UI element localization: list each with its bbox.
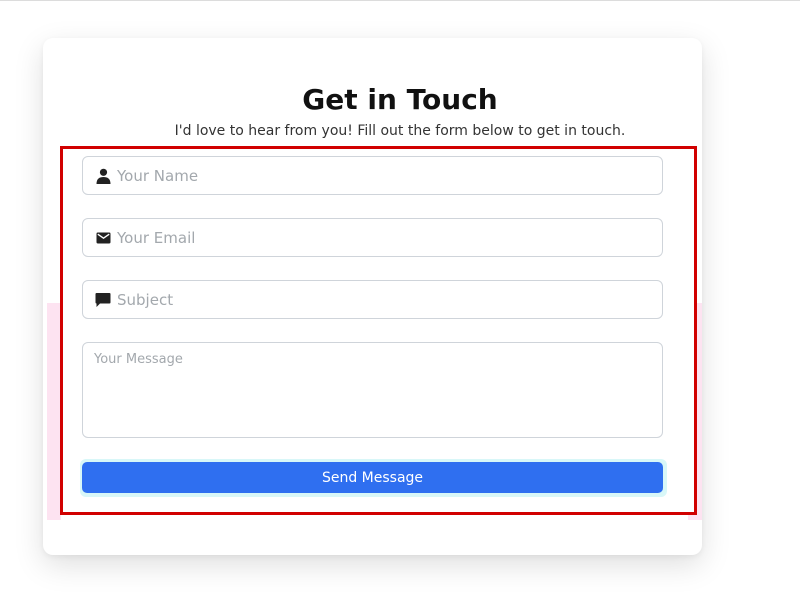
speech-bubble-icon [95,292,111,308]
user-icon [95,168,111,184]
name-field-wrapper [82,156,663,195]
message-textarea[interactable] [82,342,663,438]
envelope-icon [95,230,111,246]
subject-input[interactable] [117,290,637,309]
name-input[interactable] [117,166,637,185]
top-divider [0,0,800,1]
decorative-strip-left [47,303,61,520]
page-title: Get in Touch [302,83,498,116]
subject-field-wrapper [82,280,663,319]
send-message-button[interactable]: Send Message [82,462,663,493]
email-field-wrapper [82,218,663,257]
email-input[interactable] [117,228,637,247]
page-subtitle: I'd love to hear from you! Fill out the … [174,123,626,139]
